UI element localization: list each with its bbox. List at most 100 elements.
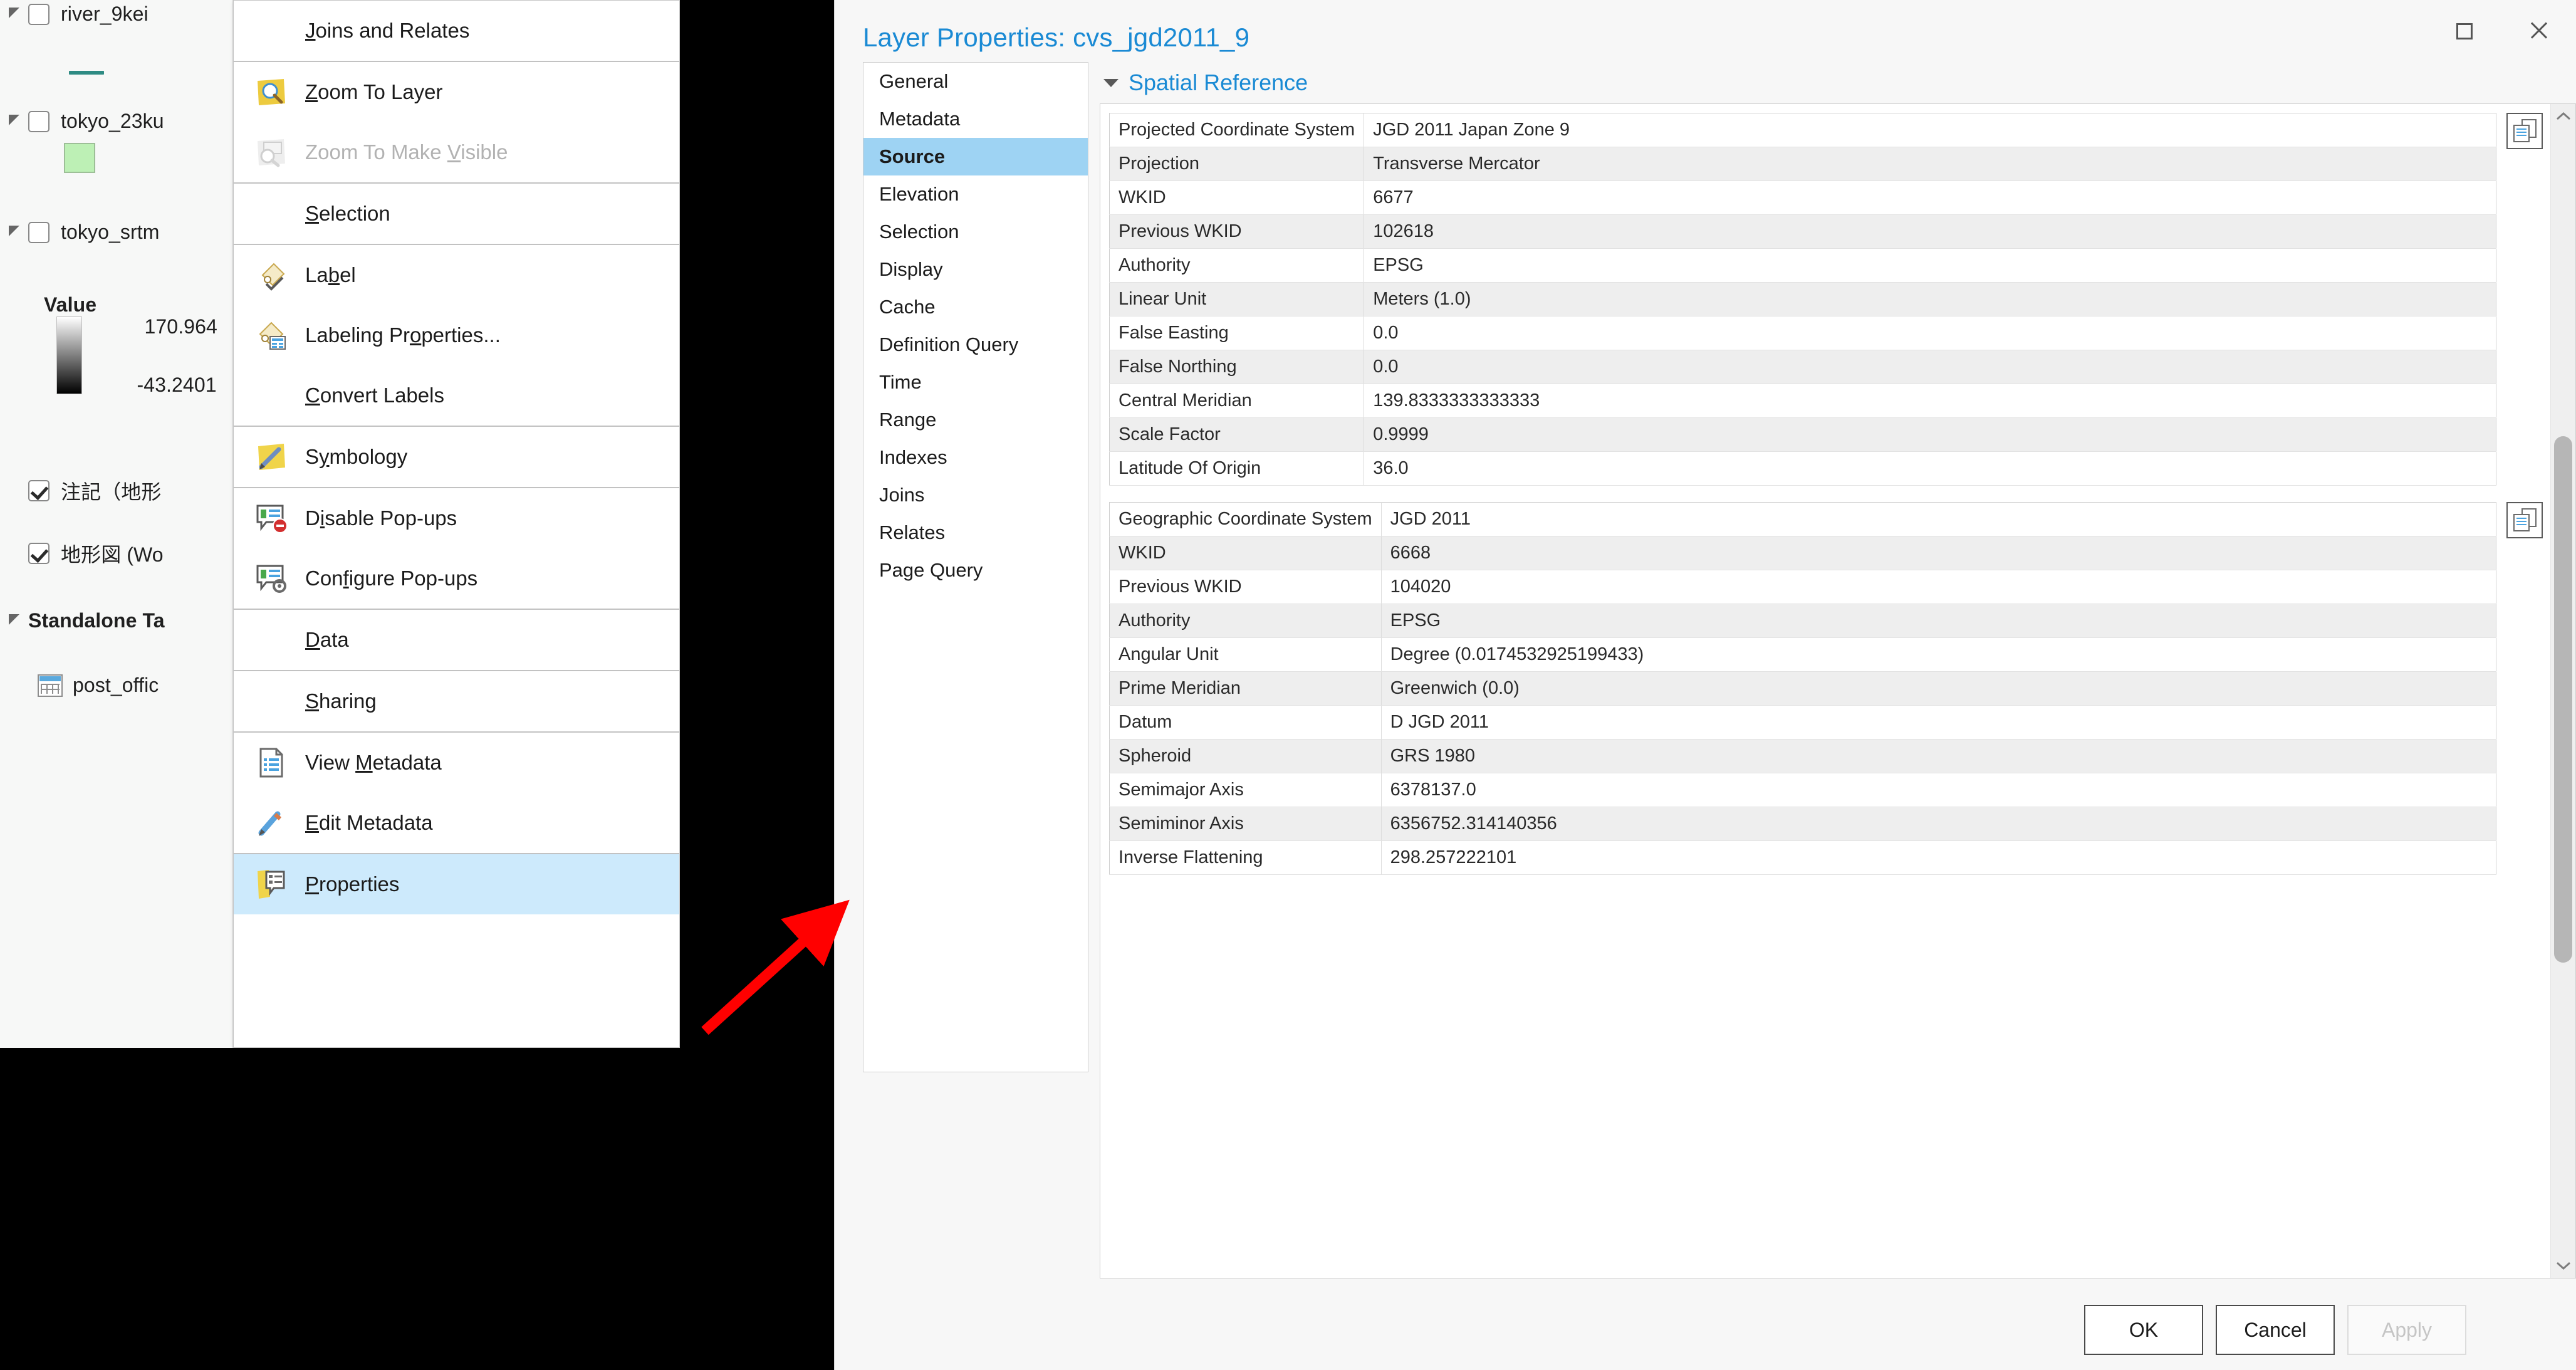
toc-table-post-office[interactable]: post_offic [38, 674, 159, 697]
tab-time[interactable]: Time [863, 363, 1088, 401]
row-key: Spheroid [1109, 739, 1382, 773]
scroll-down-arrow-icon[interactable] [2551, 1253, 2575, 1278]
legend-color-ramp: 170.964 -43.2401 [56, 315, 217, 396]
tab-page-query[interactable]: Page Query [863, 552, 1088, 589]
menu-item-configure-popups[interactable]: Configure Pop-ups [234, 548, 679, 609]
maximize-button[interactable] [2427, 0, 2502, 60]
close-button[interactable] [2501, 0, 2576, 60]
copy-icon[interactable] [2506, 502, 2543, 538]
tab-relates[interactable]: Relates [863, 514, 1088, 552]
layer-visibility-checkbox[interactable] [28, 543, 50, 564]
no-icon [255, 197, 288, 230]
menu-item-properties[interactable]: Properties [234, 854, 679, 914]
chevron-down-icon[interactable] [1103, 78, 1119, 87]
toc-item-label: 地形図 (Wo [61, 543, 164, 566]
tab-joins[interactable]: Joins [863, 476, 1088, 514]
label-icon [255, 259, 288, 291]
row-key: Prime Meridian [1109, 671, 1382, 706]
expand-triangle-icon[interactable] [9, 8, 19, 18]
layer-visibility-checkbox[interactable] [28, 3, 50, 25]
row-key: False Northing [1109, 350, 1365, 384]
maximize-icon [2456, 23, 2473, 39]
menu-item-joins-and-relates[interactable]: Joins and Relates [234, 1, 679, 61]
row-value: GRS 1980 [1381, 739, 2496, 773]
menu-item-label[interactable]: Label [234, 245, 679, 305]
row-value: 298.257222101 [1381, 840, 2496, 875]
menu-item-labeling-properties[interactable]: Labeling Properties... [234, 305, 679, 365]
app-root: river_9kei tokyo_23ku tokyo_srtm Value 1… [0, 0, 2576, 1370]
toc-symbol-polygon [64, 143, 95, 173]
table-row: Spheroid GRS 1980 [1109, 739, 2496, 773]
tab-elevation[interactable]: Elevation [863, 175, 1088, 213]
menu-item-sharing[interactable]: Sharing [234, 671, 679, 731]
menu-item-view-metadata[interactable]: View Metadata [234, 733, 679, 793]
table-row: False Easting 0.0 [1109, 316, 2496, 350]
toc-layer-tokyo_srtm[interactable]: tokyo_srtm [9, 221, 159, 244]
color-ramp-swatch [56, 316, 82, 394]
menu-item-symbology[interactable]: Symbology [234, 427, 679, 487]
dialog-body: General Metadata Source Elevation Select… [835, 60, 2576, 1278]
tab-range[interactable]: Range [863, 401, 1088, 439]
toc-layer-chikeizu[interactable]: 地形図 (Wo [9, 539, 164, 568]
vertical-scrollbar[interactable] [2550, 104, 2575, 1278]
row-value: Meters (1.0) [1364, 282, 2496, 316]
spatial-reference-scroll-area: Projected Coordinate System JGD 2011 Japa… [1100, 104, 2550, 1278]
row-value: D JGD 2011 [1381, 705, 2496, 740]
toc-layer-chuki[interactable]: 注記（地形 [9, 476, 162, 505]
tab-display[interactable]: Display [863, 251, 1088, 288]
row-value: 0.0 [1364, 350, 2496, 384]
cancel-button[interactable]: Cancel [2216, 1305, 2335, 1355]
row-key: Scale Factor [1109, 417, 1365, 452]
row-value: JGD 2011 [1381, 502, 2496, 536]
spatial-reference-section-header[interactable]: Spatial Reference [1100, 62, 2576, 103]
polygon-symbol-swatch [64, 143, 95, 173]
menu-item-data[interactable]: Data [234, 610, 679, 670]
tab-source[interactable]: Source [863, 138, 1088, 175]
menu-item-disable-popups[interactable]: Disable Pop-ups [234, 488, 679, 548]
menu-item-zoom-to-make-visible: Zoom To Make Visible [234, 122, 679, 182]
tab-general[interactable]: General [863, 63, 1088, 100]
row-value: 6677 [1364, 180, 2496, 215]
symbology-icon [255, 441, 288, 473]
row-key: Previous WKID [1109, 570, 1382, 604]
toc-item-label: tokyo_23ku [61, 110, 164, 132]
layer-visibility-checkbox[interactable] [28, 110, 50, 132]
row-value: 104020 [1381, 570, 2496, 604]
toc-group-standalone-tables[interactable]: Standalone Ta [9, 609, 165, 632]
toc-layer-tokyo_23ku[interactable]: tokyo_23ku [9, 110, 164, 133]
tab-definition-query[interactable]: Definition Query [863, 326, 1088, 363]
ok-button[interactable]: OK [2084, 1305, 2203, 1355]
menu-item-convert-labels[interactable]: Convert Labels [234, 365, 679, 426]
scrollbar-thumb[interactable] [2554, 436, 2572, 963]
tab-cache[interactable]: Cache [863, 288, 1088, 326]
dialog-footer: OK Cancel Apply [835, 1278, 2576, 1370]
scroll-up-arrow-icon[interactable] [2551, 104, 2575, 129]
table-row: Angular Unit Degree (0.0174532925199433) [1109, 637, 2496, 672]
row-value: 102618 [1364, 214, 2496, 249]
row-key: Linear Unit [1109, 282, 1365, 316]
table-row: WKID 6677 [1109, 180, 2496, 215]
tab-selection[interactable]: Selection [863, 213, 1088, 251]
row-value: 6668 [1381, 536, 2496, 570]
edit-metadata-icon [255, 807, 288, 839]
expand-triangle-icon[interactable] [9, 115, 19, 125]
menu-item-zoom-to-layer[interactable]: Zoom To Layer [234, 62, 679, 122]
no-icon [255, 379, 288, 412]
row-key: Geographic Coordinate System [1109, 502, 1382, 536]
expand-triangle-icon[interactable] [9, 226, 19, 236]
expand-triangle-icon[interactable] [9, 614, 19, 625]
table-row: Previous WKID 104020 [1109, 570, 2496, 604]
menu-item-edit-metadata[interactable]: Edit Metadata [234, 793, 679, 853]
row-value: Transverse Mercator [1364, 147, 2496, 181]
tab-metadata[interactable]: Metadata [863, 100, 1088, 138]
menu-item-selection[interactable]: Selection [234, 184, 679, 244]
toc-layer-river_9kei[interactable]: river_9kei [9, 3, 149, 26]
table-row: False Northing 0.0 [1109, 350, 2496, 384]
copy-icon[interactable] [2506, 113, 2543, 149]
tab-indexes[interactable]: Indexes [863, 439, 1088, 476]
layer-visibility-checkbox[interactable] [28, 480, 50, 501]
dialog-title: Layer Properties: cvs_jgd2011_9 [863, 23, 1250, 52]
projected-coordinate-system-block: Projected Coordinate System JGD 2011 Japa… [1109, 113, 2543, 486]
layer-visibility-checkbox[interactable] [28, 221, 50, 243]
table-row: Datum D JGD 2011 [1109, 705, 2496, 740]
